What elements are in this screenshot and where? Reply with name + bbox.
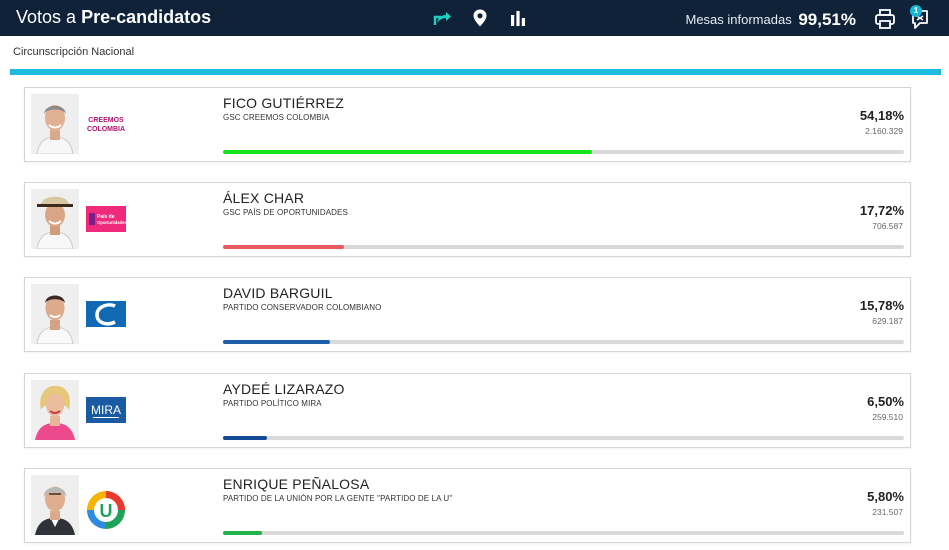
candidate-percent: 5,80% — [867, 489, 904, 504]
candidate-votes: 2.160.329 — [865, 126, 903, 136]
candidate-name: AYDEÉ LIZARAZO — [223, 381, 345, 397]
vote-progress-track — [223, 340, 904, 344]
candidate-name: ÁLEX CHAR — [223, 190, 305, 206]
candidate-party: GSC PAÍS DE OPORTUNIDADES — [223, 208, 348, 217]
candidate-percent: 15,78% — [859, 298, 904, 313]
svg-text:U: U — [100, 501, 113, 521]
svg-text:Oportunidades: Oportunidades — [97, 220, 127, 225]
print-icon[interactable] — [874, 8, 896, 30]
svg-text:CREEMOS: CREEMOS — [88, 117, 124, 124]
candidate-card[interactable]: DAVID BARGUIL PARTIDO CONSERVADOR COLOMB… — [24, 277, 911, 352]
bar-chart-icon[interactable] — [508, 8, 528, 28]
vote-progress-fill — [223, 245, 344, 249]
vote-progress-track — [223, 150, 904, 154]
circunscripcion-label: Circunscripción Nacional — [13, 46, 135, 58]
share-icon[interactable] — [432, 8, 452, 28]
vote-progress-track — [223, 436, 904, 440]
vote-progress-fill — [223, 436, 268, 440]
candidate-votes: 629.187 — [872, 316, 903, 326]
candidate-card[interactable]: CREEMOS COLOMBIA FICO GUTIÉRREZ GSC CREE… — [24, 87, 911, 162]
candidate-card[interactable]: MIRA AYDEÉ LIZARAZO PARTIDO POLÍTICO MIR… — [24, 373, 911, 448]
candidate-votes: 259.510 — [872, 412, 903, 422]
title-bold: Pre-candidatos — [81, 7, 212, 27]
vote-progress-track — [223, 245, 904, 249]
page-title: Votos a Pre-candidatos — [16, 7, 211, 28]
location-pin-icon[interactable] — [470, 8, 490, 28]
candidate-name: DAVID BARGUIL — [223, 285, 333, 301]
candidate-photo — [31, 189, 79, 249]
mesas-informadas: Mesas informadas 99,51% — [685, 9, 856, 29]
candidate-photo — [31, 94, 79, 154]
vote-progress-fill — [223, 150, 592, 154]
candidate-name: ENRIQUE PEÑALOSA — [223, 476, 370, 492]
party-logo: MIRA — [85, 396, 127, 424]
center-toolbar — [432, 8, 528, 28]
candidate-photo — [31, 475, 79, 535]
top-bar: Votos a Pre-candidatos Mesas informadas … — [0, 0, 949, 36]
party-logo: CREEMOS COLOMBIA — [85, 110, 127, 138]
notification-badge[interactable]: 1 — [910, 5, 922, 17]
candidate-party: PARTIDO CONSERVADOR COLOMBIANO — [223, 303, 382, 312]
candidate-party: PARTIDO DE LA UNIÓN POR LA GENTE "PARTID… — [223, 494, 453, 503]
candidate-party: GSC CREEMOS COLOMBIA — [223, 113, 330, 122]
vote-progress-fill — [223, 531, 263, 535]
svg-text:MIRA: MIRA — [91, 403, 121, 417]
party-logo: País de Oportunidades — [85, 205, 127, 233]
mesas-value: 99,51% — [798, 10, 856, 29]
candidate-percent: 6,50% — [867, 394, 904, 409]
accent-divider — [10, 69, 941, 75]
candidate-card[interactable]: U ENRIQUE PEÑALOSA PARTIDO DE LA UNIÓN P… — [24, 468, 911, 543]
svg-text:COLOMBIA: COLOMBIA — [87, 126, 125, 133]
candidate-percent: 54,18% — [859, 108, 904, 123]
vote-progress-fill — [223, 340, 331, 344]
title-prefix: Votos a — [16, 7, 77, 27]
candidate-percent: 17,72% — [859, 203, 904, 218]
candidate-photo — [31, 380, 79, 440]
candidate-party: PARTIDO POLÍTICO MIRA — [223, 399, 322, 408]
party-logo: U — [85, 491, 127, 529]
candidate-card[interactable]: País de Oportunidades ÁLEX CHAR GSC PAÍS… — [24, 182, 911, 257]
candidate-votes: 231.507 — [872, 507, 903, 517]
mesas-label: Mesas informadas — [685, 12, 792, 27]
right-toolbar — [874, 7, 934, 31]
candidate-name: FICO GUTIÉRREZ — [223, 95, 345, 111]
candidate-photo — [31, 284, 79, 344]
candidate-votes: 706.587 — [872, 221, 903, 231]
party-logo — [85, 300, 127, 328]
vote-progress-track — [223, 531, 904, 535]
